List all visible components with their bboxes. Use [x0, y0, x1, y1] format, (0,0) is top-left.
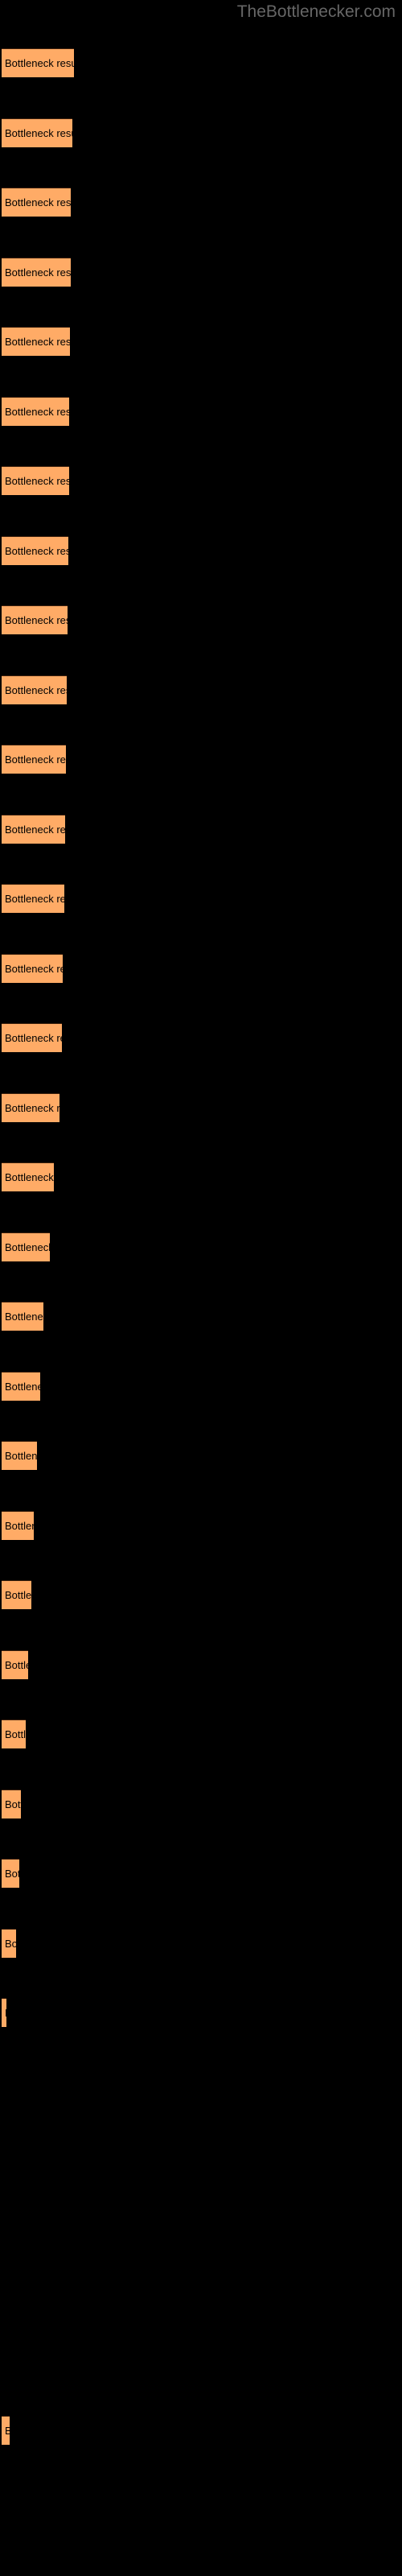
bar-label: Bottleneck result: [5, 1728, 26, 1740]
bar-label: Bottleneck result: [5, 406, 69, 418]
bar-rect[interactable]: Bottleneck result: [2, 884, 64, 913]
bar-label: Bottleneck result: [5, 1659, 28, 1671]
bar-label: Bottleneck result: [5, 127, 72, 139]
bar-label: Bottleneck result: [5, 1102, 59, 1114]
bar-rect[interactable]: Bottleneck result: [2, 1929, 16, 1958]
bar-rect[interactable]: Bottleneck result: [2, 1859, 19, 1888]
bar-label: Bottleneck result: [5, 963, 63, 975]
bar-rect[interactable]: Bottleneck result: [2, 1580, 31, 1609]
bar-rect[interactable]: Bottleneck result: [2, 954, 63, 983]
bar-rect[interactable]: Bottleneck result: [2, 1511, 34, 1540]
bottleneck-chart: TheBottlenecker.com Bottleneck resultBot…: [0, 0, 402, 2576]
bar-label: Bottleneck result: [5, 1589, 31, 1601]
bar-rect[interactable]: Bottleneck result: [2, 536, 68, 565]
bar-label: Bottleneck result: [5, 614, 68, 626]
bar-label: Bottleneck result: [5, 1450, 37, 1462]
bar-rect[interactable]: Bottleneck result: [2, 815, 65, 844]
bar-label: Bottleneck result: [5, 57, 74, 69]
bar-rect[interactable]: Bottleneck result: [2, 1719, 26, 1748]
bar-rect[interactable]: Bottleneck result: [2, 2416, 10, 2445]
bar-label: Bottleneck result: [5, 1520, 34, 1532]
bar-label: Bottleneck result: [5, 266, 71, 279]
bar-rect[interactable]: Bottleneck result: [2, 605, 68, 634]
bar-rect[interactable]: Bottleneck result: [2, 675, 67, 704]
bar-label: Bottleneck result: [5, 1171, 54, 1183]
bar-rect[interactable]: Bottleneck result: [2, 327, 70, 356]
bar-rect[interactable]: Bottleneck result: [2, 397, 69, 426]
bar-label: Bottleneck result: [5, 753, 66, 766]
bar-rect[interactable]: Bottleneck result: [2, 188, 71, 217]
bar-rect[interactable]: Bottleneck result: [2, 1162, 54, 1191]
bar-rect[interactable]: Bottleneck result: [2, 1650, 28, 1679]
bar-label: Bottleneck result: [5, 1381, 40, 1393]
bar-label: Bottleneck result: [5, 1311, 43, 1323]
bar-rect[interactable]: Bottleneck result: [2, 466, 69, 495]
bar-label: Bottleneck result: [5, 1798, 21, 1810]
bar-label: Bottleneck result: [5, 545, 68, 557]
bar-rect[interactable]: Bottleneck result: [2, 1372, 40, 1401]
bar-rect[interactable]: Bottleneck result: [2, 1998, 6, 2027]
bar-rect[interactable]: Bottleneck result: [2, 48, 74, 77]
bars-layer: Bottleneck result Bottleneck result Bottle…: [0, 0, 402, 2576]
bar-label: Bottleneck result: [5, 893, 64, 905]
bar-label: Bottleneck result: [5, 1938, 16, 1950]
bar-label: Bottleneck result: [5, 1999, 6, 2027]
bar-label: Bottleneck result: [5, 1032, 62, 1044]
bar-rect[interactable]: Bottleneck result: [2, 1790, 21, 1818]
bar-label: Bottleneck result: [5, 1868, 19, 1880]
bar-label: Bottleneck result: [5, 2417, 10, 2445]
bar-label: Bottleneck result: [5, 1241, 50, 1253]
bar-rect[interactable]: Bottleneck result: [2, 118, 72, 147]
bar-rect[interactable]: Bottleneck result: [2, 258, 71, 287]
bar-rect[interactable]: Bottleneck result: [2, 1302, 43, 1331]
bar-label: Bottleneck result: [5, 475, 69, 487]
bar-rect[interactable]: Bottleneck result: [2, 1232, 50, 1261]
bar-rect[interactable]: Bottleneck result: [2, 1023, 62, 1052]
bar-label: Bottleneck result: [5, 684, 67, 696]
bar-label: Bottleneck result: [5, 196, 71, 208]
bar-label: Bottleneck result: [5, 336, 70, 348]
bar-rect[interactable]: Bottleneck result: [2, 1093, 59, 1122]
bar-rect[interactable]: Bottleneck result: [2, 745, 66, 774]
bar-label: Bottleneck result: [5, 824, 65, 836]
bar-rect[interactable]: Bottleneck result: [2, 1441, 37, 1470]
